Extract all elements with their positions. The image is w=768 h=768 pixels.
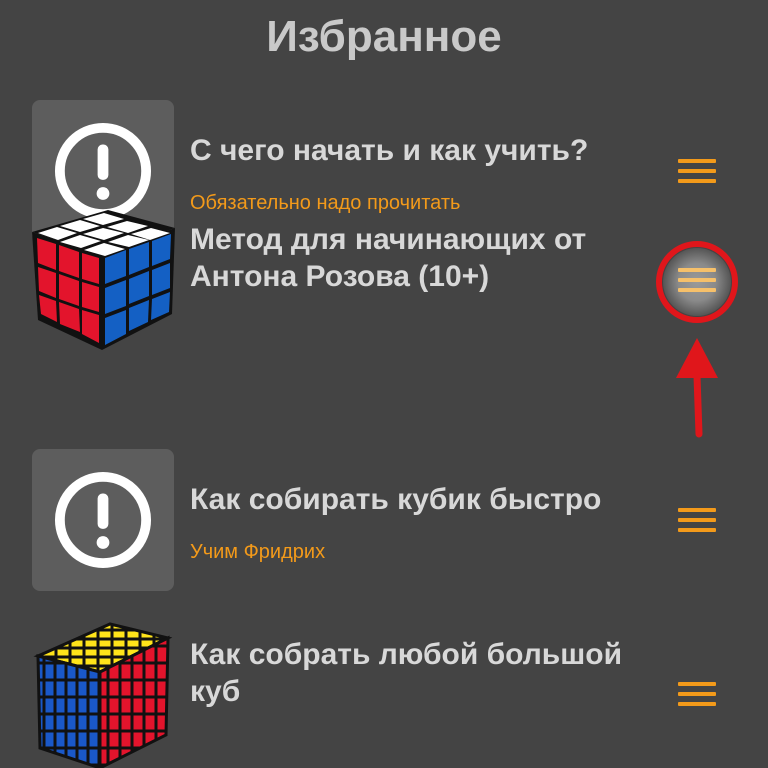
item-thumbnail xyxy=(32,449,174,591)
item-title: Как собрать любой большой куб xyxy=(190,638,623,708)
menu-icon[interactable] xyxy=(678,159,716,185)
item-subtitle: Учим Фридрих xyxy=(190,541,326,563)
item-title: С чего начать и как учить? xyxy=(190,134,589,167)
item-subtitle: Обязательно надо прочитать xyxy=(190,192,461,214)
page-title: Избранное xyxy=(266,12,502,61)
exclamation-circle-icon xyxy=(54,471,152,569)
menu-icon[interactable] xyxy=(678,508,716,534)
menu-icon[interactable] xyxy=(678,266,716,292)
rubiks-cube-3x3-icon xyxy=(32,210,175,350)
item-title: Метод для начинающих от Антона Розова (1… xyxy=(190,223,587,293)
item-title: Как собирать кубик быстро xyxy=(190,483,602,516)
rubiks-cube-6x6-icon xyxy=(33,622,173,768)
menu-icon[interactable] xyxy=(678,682,716,708)
